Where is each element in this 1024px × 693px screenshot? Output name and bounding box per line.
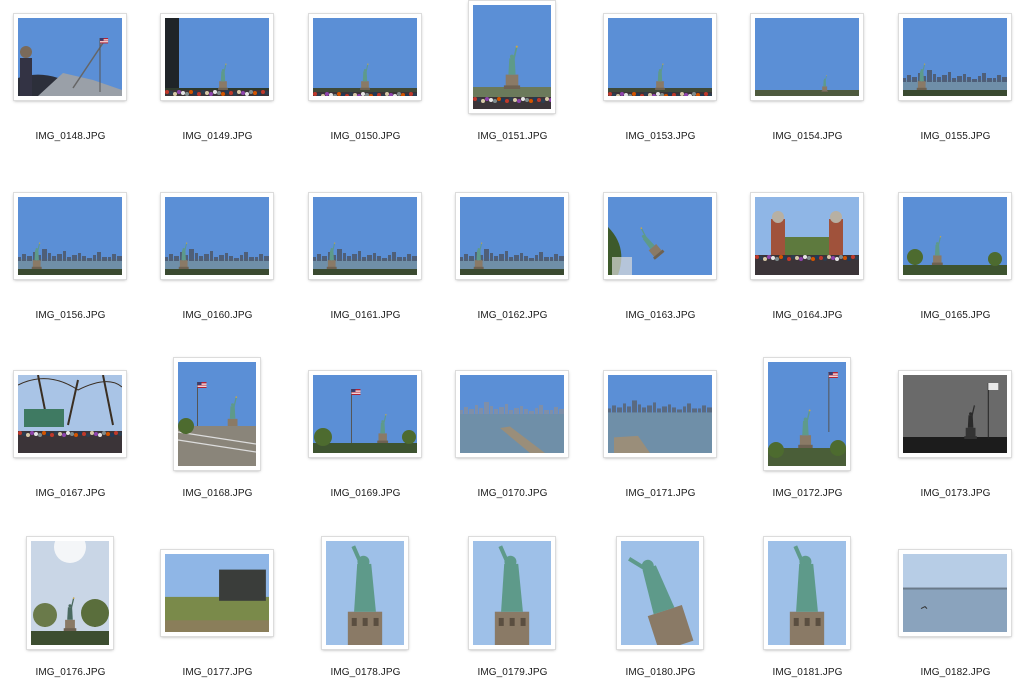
photo-thumbnail[interactable] — [161, 193, 273, 279]
photo-thumbnail[interactable] — [14, 371, 126, 457]
photo-filename-label[interactable]: IMG_0162.JPG — [439, 310, 586, 321]
photo-preview-image — [621, 541, 699, 645]
photo-filename-label[interactable]: IMG_0164.JPG — [734, 310, 881, 321]
photo-filename-label[interactable]: IMG_0167.JPG — [0, 488, 144, 499]
photo-filename-label[interactable]: IMG_0179.JPG — [439, 667, 586, 678]
photo-thumbnail[interactable] — [899, 14, 1011, 100]
photo-filename-label[interactable]: IMG_0150.JPG — [292, 131, 439, 142]
photo-filename-label[interactable]: IMG_0168.JPG — [144, 488, 291, 499]
photo-preview-image — [165, 197, 269, 275]
photo-filename-label[interactable]: IMG_0148.JPG — [0, 131, 144, 142]
photo-preview-image — [31, 541, 109, 645]
photo-preview-image — [313, 18, 417, 96]
photo-filename-label[interactable]: IMG_0156.JPG — [0, 310, 144, 321]
photo-preview-image — [178, 362, 256, 466]
photo-thumbnail[interactable] — [309, 14, 421, 100]
photo-preview-image — [473, 541, 551, 645]
photo-thumbnail[interactable] — [899, 193, 1011, 279]
photo-filename-label[interactable]: IMG_0153.JPG — [587, 131, 734, 142]
photo-filename-label[interactable]: IMG_0169.JPG — [292, 488, 439, 499]
photo-filename-label[interactable]: IMG_0170.JPG — [439, 488, 586, 499]
photo-preview-image — [755, 18, 859, 96]
photo-thumbnail[interactable] — [469, 537, 555, 649]
photo-filename-label[interactable]: IMG_0171.JPG — [587, 488, 734, 499]
photo-thumbnail[interactable] — [174, 358, 260, 470]
photo-filename-label[interactable]: IMG_0173.JPG — [882, 488, 1024, 499]
photo-thumbnail[interactable] — [456, 371, 568, 457]
photo-preview-image — [903, 197, 1007, 275]
photo-filename-label[interactable]: IMG_0172.JPG — [734, 488, 881, 499]
photo-filename-label[interactable]: IMG_0178.JPG — [292, 667, 439, 678]
photo-filename-label[interactable]: IMG_0154.JPG — [734, 131, 881, 142]
photo-preview-image — [313, 375, 417, 453]
photo-preview-image — [608, 18, 712, 96]
photo-thumbnail[interactable] — [751, 193, 863, 279]
photo-filename-label[interactable]: IMG_0155.JPG — [882, 131, 1024, 142]
photo-filename-label[interactable]: IMG_0180.JPG — [587, 667, 734, 678]
photo-filename-label[interactable]: IMG_0149.JPG — [144, 131, 291, 142]
photo-thumbnail[interactable] — [899, 550, 1011, 636]
photo-filename-label[interactable]: IMG_0181.JPG — [734, 667, 881, 678]
photo-grid: IMG_0148.JPG IMG_0149.JPG IMG_0150.JPG I… — [0, 0, 1024, 693]
photo-preview-image — [18, 375, 122, 453]
photo-thumbnail[interactable] — [14, 14, 126, 100]
photo-preview-image — [755, 197, 859, 275]
photo-preview-image — [903, 554, 1007, 632]
photo-thumbnail[interactable] — [604, 371, 716, 457]
photo-thumbnail[interactable] — [604, 193, 716, 279]
photo-thumbnail[interactable] — [764, 537, 850, 649]
photo-thumbnail[interactable] — [751, 14, 863, 100]
photo-preview-image — [473, 5, 551, 109]
photo-preview-image — [608, 197, 712, 275]
photo-thumbnail[interactable] — [604, 14, 716, 100]
photo-preview-image — [608, 375, 712, 453]
photo-preview-image — [768, 541, 846, 645]
photo-filename-label[interactable]: IMG_0182.JPG — [882, 667, 1024, 678]
photo-filename-label[interactable]: IMG_0161.JPG — [292, 310, 439, 321]
photo-preview-image — [165, 554, 269, 632]
photo-filename-label[interactable]: IMG_0176.JPG — [0, 667, 144, 678]
photo-preview-image — [313, 197, 417, 275]
photo-thumbnail[interactable] — [764, 358, 850, 470]
photo-preview-image — [165, 18, 269, 96]
photo-thumbnail[interactable] — [322, 537, 408, 649]
photo-preview-image — [460, 375, 564, 453]
photo-filename-label[interactable]: IMG_0165.JPG — [882, 310, 1024, 321]
photo-thumbnail[interactable] — [309, 193, 421, 279]
photo-thumbnail[interactable] — [617, 537, 703, 649]
photo-thumbnail[interactable] — [469, 1, 555, 113]
photo-preview-image — [326, 541, 404, 645]
photo-preview-image — [903, 18, 1007, 96]
photo-filename-label[interactable]: IMG_0163.JPG — [587, 310, 734, 321]
photo-preview-image — [18, 197, 122, 275]
photo-filename-label[interactable]: IMG_0151.JPG — [439, 131, 586, 142]
photo-thumbnail[interactable] — [456, 193, 568, 279]
photo-filename-label[interactable]: IMG_0160.JPG — [144, 310, 291, 321]
photo-thumbnail[interactable] — [309, 371, 421, 457]
photo-thumbnail[interactable] — [161, 550, 273, 636]
photo-preview-image — [903, 375, 1007, 453]
photo-thumbnail[interactable] — [27, 537, 113, 649]
photo-preview-image — [768, 362, 846, 466]
photo-thumbnail[interactable] — [899, 371, 1011, 457]
photo-filename-label[interactable]: IMG_0177.JPG — [144, 667, 291, 678]
photo-preview-image — [18, 18, 122, 96]
photo-thumbnail[interactable] — [161, 14, 273, 100]
photo-thumbnail[interactable] — [14, 193, 126, 279]
photo-preview-image — [460, 197, 564, 275]
